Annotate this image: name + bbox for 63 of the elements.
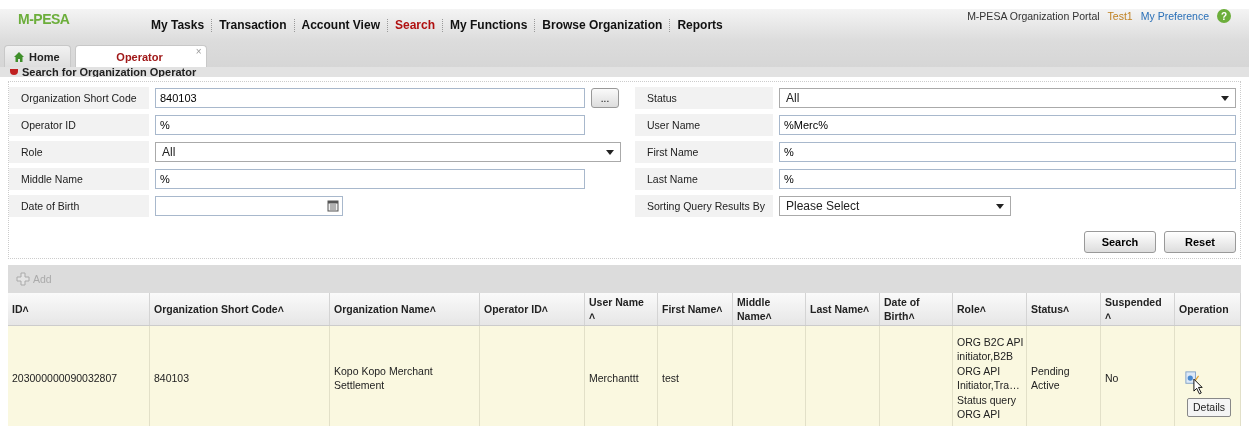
table-cell: 203000000090032807 (12, 370, 118, 386)
field-label: Operator ID (9, 114, 149, 136)
text-field[interactable]: % (155, 169, 585, 189)
plus-icon (16, 272, 30, 286)
menu-item[interactable]: Search (387, 18, 442, 32)
preference-link[interactable]: My Preference (1140, 10, 1209, 22)
tab[interactable]: Home (4, 45, 71, 67)
column-header[interactable]: Operation (1175, 293, 1241, 325)
table-cell: Kopo Kopo Merchant Settlement (334, 363, 433, 393)
text-field[interactable]: 840103 (155, 88, 585, 108)
column-header[interactable]: Status˄ (1027, 293, 1101, 325)
menu-item[interactable]: Browse Organization (535, 18, 670, 32)
field-label: User Name (635, 114, 773, 136)
column-header[interactable]: User Name ˄ (585, 293, 658, 325)
logo: M-PESA (17, 10, 71, 29)
reset-button[interactable]: Reset (1164, 231, 1236, 253)
table-cell: test (662, 370, 679, 386)
text-field[interactable]: % (155, 115, 585, 135)
field-label: Middle Name (9, 168, 149, 190)
date-field[interactable] (155, 196, 343, 216)
dropdown[interactable]: All (155, 142, 621, 162)
field-label: Last Name (635, 168, 773, 190)
cursor-icon (1193, 378, 1204, 395)
dropdown[interactable]: All (779, 88, 1236, 108)
table-cell: Merchanttt (589, 370, 639, 386)
home-icon (13, 50, 25, 63)
column-header[interactable]: Date of Birth˄ (880, 293, 953, 325)
menu-item[interactable]: My Functions (443, 18, 535, 32)
tooltip: Details (1187, 398, 1232, 417)
collapse-icon[interactable] (10, 69, 18, 75)
column-header[interactable]: Operator ID˄ (480, 293, 585, 325)
menu-item[interactable]: Account View (294, 18, 387, 32)
text-field[interactable]: % (779, 169, 1236, 189)
user-name: Test1 (1107, 10, 1133, 22)
menu-item[interactable]: Transaction (212, 18, 294, 32)
table-cell: Pending Active (1031, 363, 1070, 393)
field-label: Role (9, 141, 149, 163)
text-field[interactable]: %Merc% (779, 115, 1236, 135)
column-header[interactable]: Role˄ (953, 293, 1027, 325)
lookup-button[interactable]: ... (591, 88, 619, 108)
table-cell: 840103 (154, 370, 190, 386)
column-header[interactable]: Last Name˄ (806, 293, 880, 325)
tab[interactable]: Operator × (74, 45, 207, 67)
column-header[interactable]: Middle Name˄ (733, 293, 806, 325)
text-field[interactable]: % (779, 142, 1236, 162)
menu-item[interactable]: My Tasks (144, 18, 212, 32)
dropdown[interactable]: Please Select (779, 196, 1011, 216)
menu-item[interactable]: Reports (670, 18, 730, 32)
portal-name: M-PESA Organization Portal (967, 10, 1100, 22)
field-label: Sorting Query Results By (635, 195, 773, 217)
field-label: Status (635, 87, 773, 109)
table-cell: No (1105, 370, 1119, 386)
column-header[interactable]: First Name˄ (658, 293, 733, 325)
column-header[interactable]: Organization Name˄ (330, 293, 480, 325)
column-header[interactable]: Organization Short Code˄ (150, 293, 330, 325)
field-label: Date of Birth (9, 195, 149, 217)
table-cell: ORG B2C API initiator,B2B ORG API Initiator,Tra… Status query ORG API (957, 334, 1024, 422)
search-button[interactable]: Search (1084, 231, 1156, 253)
field-label: First Name (635, 141, 773, 163)
column-header[interactable]: Suspended ˄ (1101, 293, 1175, 325)
field-label: Organization Short Code (9, 87, 149, 109)
calendar-icon[interactable] (327, 200, 339, 212)
column-header[interactable]: ID˄ (8, 293, 150, 325)
